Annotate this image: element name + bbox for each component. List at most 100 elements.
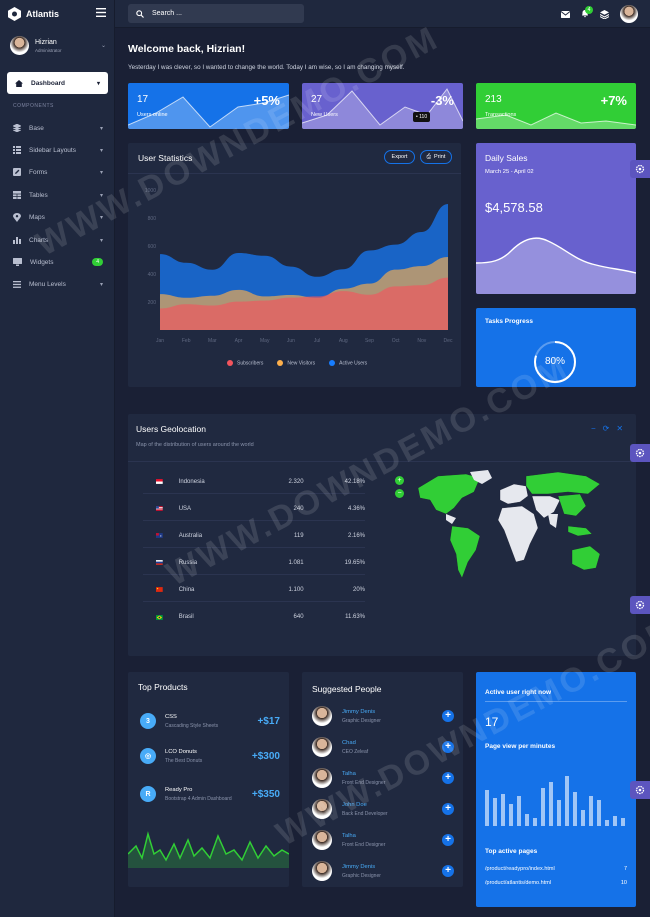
chart-bar-icon	[13, 237, 21, 244]
person-name[interactable]: John Doe	[342, 802, 388, 808]
page-path: /product/readypro/index.html	[485, 866, 555, 872]
person-name[interactable]: Talha	[342, 833, 385, 839]
settings-toggle-button[interactable]	[630, 160, 650, 178]
card-tools: − ⟳ ✕	[591, 424, 623, 433]
close-icon[interactable]: ✕	[616, 424, 623, 433]
minimize-icon[interactable]: −	[591, 424, 596, 433]
user-count: 640	[293, 614, 304, 620]
sidebar-item-label: Sidebar Layouts	[29, 146, 76, 154]
y-tick-label: 1000	[145, 188, 156, 194]
brand-logo[interactable]: Atlantis	[8, 6, 59, 22]
brand-name: Atlantis	[26, 9, 60, 19]
sidebar-item-forms[interactable]: Forms ▾	[13, 166, 103, 178]
add-person-button[interactable]: +	[442, 865, 454, 877]
list-item: Talha Front End Designer +	[312, 827, 454, 853]
print-button-label: Print	[434, 154, 446, 160]
zoom-out-button[interactable]: −	[395, 489, 404, 498]
divider	[128, 173, 461, 174]
user-percent: 20%	[352, 586, 365, 593]
table-row: Indonesia 2.320 42.18%	[143, 470, 365, 494]
card-title: Active user right now	[485, 689, 552, 696]
sidebar-item-base[interactable]: Base ▾	[13, 122, 103, 134]
person-name[interactable]: Jimmy Denis	[342, 709, 381, 715]
zoom-in-button[interactable]: +	[395, 476, 404, 485]
caret-down-icon: ▾	[99, 214, 103, 221]
sidebar-item-label: Maps	[29, 213, 45, 221]
page-count: 7	[623, 866, 627, 872]
sidebar-item-maps[interactable]: Maps ▾	[13, 211, 103, 223]
add-person-button[interactable]: +	[442, 834, 454, 846]
legend-label: Active Users	[339, 360, 368, 367]
print-button[interactable]: ⎙ Print	[420, 150, 452, 164]
caret-down-icon: ▾	[99, 125, 103, 132]
x-tick-label: Jun	[287, 338, 295, 344]
y-tick-label: 800	[148, 216, 157, 222]
legend-label: Subscribers	[237, 360, 264, 367]
search-input[interactable]: Search ...	[152, 10, 182, 17]
settings-toggle-button[interactable]	[630, 781, 650, 799]
top-pages-title: Top active pages	[485, 848, 538, 855]
user-percent: 2.16%	[347, 532, 365, 539]
add-person-button[interactable]: +	[442, 710, 454, 722]
user-count: 1.100	[288, 586, 304, 593]
sidebar-item-menu-levels[interactable]: Menu Levels ▾	[13, 278, 103, 290]
y-tick-label: 400	[148, 272, 157, 278]
envelope-icon[interactable]	[561, 10, 570, 18]
table-row: Australia 119 2.16%	[143, 524, 365, 548]
stat-label: Transactions	[485, 112, 517, 118]
progress-value: 80%	[544, 356, 565, 367]
sidebar-item-dashboard[interactable]: Dashboard ▾	[7, 72, 108, 94]
flag-indonesia-icon	[156, 479, 163, 484]
table-row: USA 240 4.36%	[143, 497, 365, 521]
refresh-icon[interactable]: ⟳	[603, 424, 610, 433]
country-name: Brasil	[178, 614, 194, 620]
sidebar-item-sidebar-layouts[interactable]: Sidebar Layouts ▾	[13, 144, 103, 156]
sidebar-item-widgets[interactable]: Widgets 4	[13, 256, 103, 268]
list-item: Talha Front End Designer +	[312, 765, 454, 791]
person-name[interactable]: Talha	[342, 771, 385, 777]
person-name[interactable]: Chad	[342, 740, 368, 746]
ready-pro-icon: R	[140, 786, 156, 802]
layers-icon[interactable]	[600, 9, 609, 19]
user-percent: 19.65%	[344, 559, 365, 566]
notification-button[interactable]: 4	[581, 5, 593, 20]
country-name: China	[178, 586, 195, 593]
card-subtitle: Map of the distribution of users around …	[136, 442, 254, 448]
settings-toggle-button[interactable]	[630, 596, 650, 614]
layers-icon	[13, 124, 21, 132]
user-profile[interactable]: Hizrian Administrator ⌄	[10, 36, 106, 55]
list-item[interactable]: ◎ LCO Donuts The Best Donuts +$300	[140, 741, 280, 771]
user-percent: 4.36%	[347, 505, 365, 512]
avatar[interactable]	[620, 5, 638, 23]
list-item[interactable]: R Ready Pro Bootstrap 4 Admin Dashboard +$3…	[140, 779, 280, 809]
list-item[interactable]: /product/readypro/index.html 7	[485, 866, 627, 872]
add-person-button[interactable]: +	[442, 772, 454, 784]
menu-toggle-icon[interactable]	[96, 8, 106, 17]
product-name: LCO Donuts	[165, 748, 197, 755]
page-subtitle: Yesterday I was clever, so I wanted to c…	[128, 64, 405, 71]
sidebar-item-label: Charts	[29, 236, 49, 244]
list-item[interactable]: 3 CSS Cascading Style Sheets +$17	[140, 706, 280, 736]
add-person-button[interactable]: +	[442, 741, 454, 753]
donut-icon: ◎	[140, 748, 156, 764]
stat-value: 27	[311, 94, 323, 105]
person-name[interactable]: Jimmy Denis	[342, 864, 381, 870]
list-item: John Doe Back End Developer +	[312, 796, 454, 822]
x-tick-label: May	[260, 338, 270, 344]
user-count: 119	[293, 532, 304, 539]
legend-dot	[329, 360, 336, 366]
page-title: Welcome back, Hizrian!	[128, 43, 246, 55]
user-count: 240	[293, 505, 304, 512]
home-icon	[15, 79, 23, 87]
sidebar-item-tables[interactable]: Tables ▾	[13, 189, 103, 201]
sidebar-item-label: Base	[29, 124, 44, 132]
settings-toggle-button[interactable]	[630, 444, 650, 462]
search-box[interactable]: Search ...	[128, 4, 304, 23]
export-button[interactable]: Export	[384, 150, 415, 164]
list-item[interactable]: /product/atlantis/demo.html 10	[485, 880, 627, 886]
map-russia	[525, 471, 601, 495]
user-name: Hizrian	[35, 38, 57, 46]
add-person-button[interactable]: +	[442, 803, 454, 815]
list-item: Jimmy Denis Graphic Designer +	[312, 703, 454, 729]
sidebar-item-charts[interactable]: Charts ▾	[13, 234, 103, 246]
